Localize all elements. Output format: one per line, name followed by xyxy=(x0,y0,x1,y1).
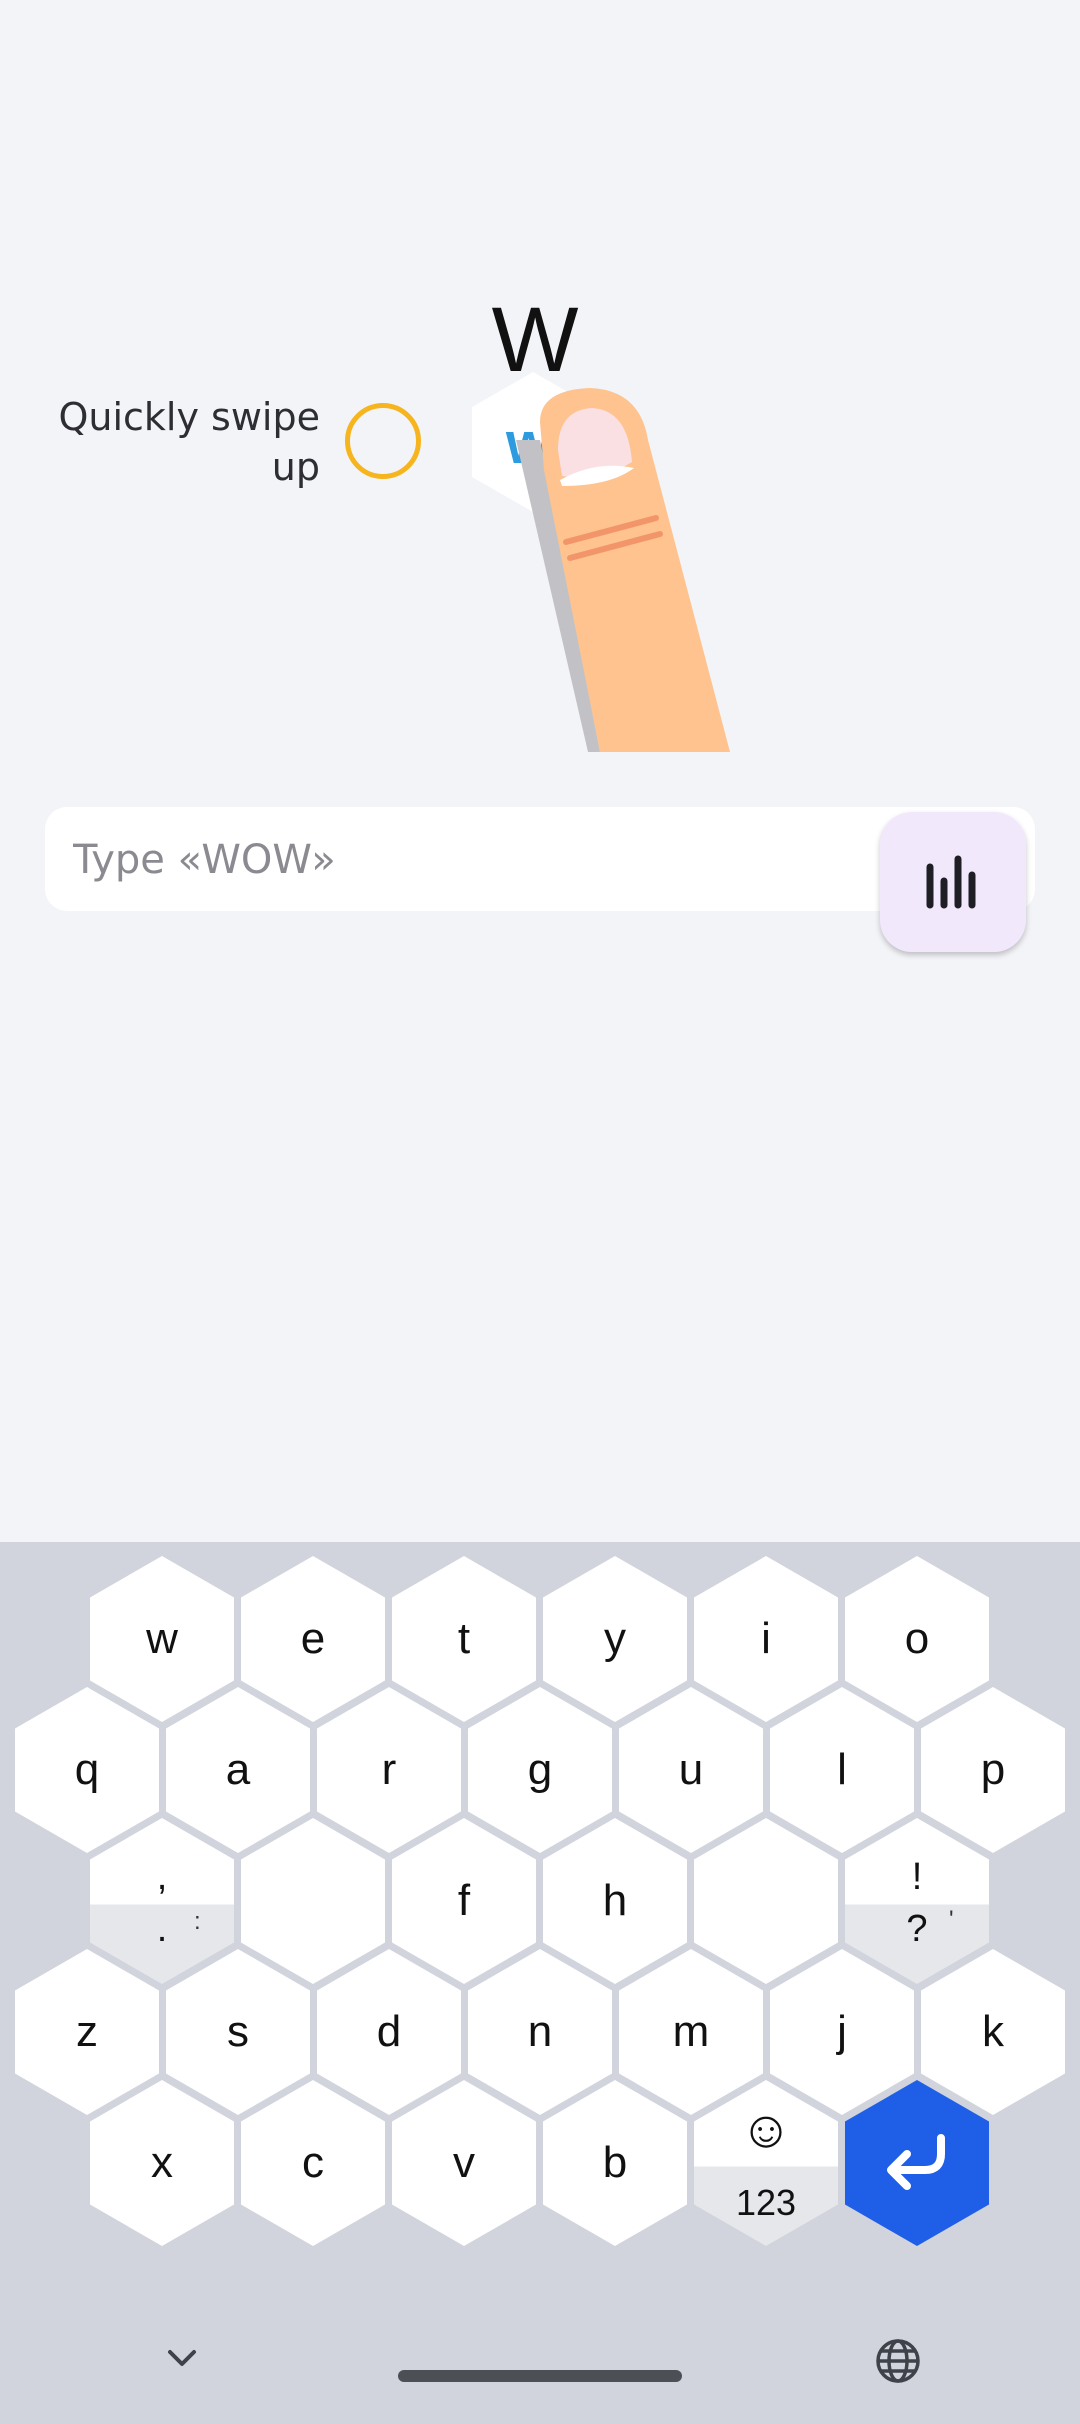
key-a[interactable]: a xyxy=(166,1687,310,1853)
question-label: ? xyxy=(906,1908,928,1950)
key-p[interactable]: p xyxy=(921,1687,1065,1853)
key-punctuation-right[interactable]: ! ? ' xyxy=(845,1818,989,1984)
key-m[interactable]: m xyxy=(619,1949,763,2115)
gesture-handle[interactable] xyxy=(398,2370,682,2382)
key-d[interactable]: d xyxy=(317,1949,461,2115)
period-label: . xyxy=(156,1908,168,1950)
voice-input-button[interactable] xyxy=(880,812,1026,952)
key-c[interactable]: c xyxy=(241,2080,385,2246)
key-punctuation-left[interactable]: , . : xyxy=(90,1818,234,1984)
numbers-label: 123 xyxy=(735,2182,797,2223)
key-i[interactable]: i xyxy=(694,1556,838,1722)
key-h[interactable]: h xyxy=(543,1818,687,1984)
key-j[interactable]: j xyxy=(770,1949,914,2115)
audio-bars-icon xyxy=(926,855,976,909)
chevron-down-icon[interactable] xyxy=(160,2344,204,2374)
key-t[interactable]: t xyxy=(392,1556,536,1722)
swipe-instruction: Quickly swipe up xyxy=(58,395,320,489)
text-input[interactable] xyxy=(71,807,895,913)
key-s[interactable]: s xyxy=(166,1949,310,2115)
key-o[interactable]: o xyxy=(845,1556,989,1722)
apostrophe-label: ' xyxy=(949,1906,954,1933)
finger-illustration-icon xyxy=(516,388,730,752)
key-g[interactable]: g xyxy=(468,1687,612,1853)
key-l[interactable]: l xyxy=(770,1687,914,1853)
swipe-target-ring xyxy=(345,403,421,479)
key-r[interactable]: r xyxy=(317,1687,461,1853)
key-n[interactable]: n xyxy=(468,1949,612,2115)
key-blank-1[interactable] xyxy=(241,1818,385,1984)
key-z[interactable]: z xyxy=(15,1949,159,2115)
comma-label: , xyxy=(156,1856,168,1898)
key-emoji-numbers[interactable]: ☺ 123 xyxy=(694,2080,838,2246)
key-b[interactable]: b xyxy=(543,2080,687,2246)
emoji-icon: ☺ xyxy=(739,2101,793,2159)
key-blank-2[interactable] xyxy=(694,1818,838,1984)
key-y[interactable]: y xyxy=(543,1556,687,1722)
hex-keyboard: w e t y i o q a r g u l p , . : f h ! ? … xyxy=(0,1542,1080,2424)
key-x[interactable]: x xyxy=(90,2080,234,2246)
colon-label: : xyxy=(194,1908,201,1935)
key-f[interactable]: f xyxy=(392,1818,536,1984)
key-v[interactable]: v xyxy=(392,2080,536,2246)
key-e[interactable]: e xyxy=(241,1556,385,1722)
key-k[interactable]: k xyxy=(921,1949,1065,2115)
key-w[interactable]: w xyxy=(90,1556,234,1722)
key-u[interactable]: u xyxy=(619,1687,763,1853)
key-q[interactable]: q xyxy=(15,1687,159,1853)
exclamation-label: ! xyxy=(911,1856,923,1898)
globe-icon[interactable] xyxy=(874,2337,922,2385)
enter-key[interactable] xyxy=(845,2080,989,2246)
enter-arrow-icon xyxy=(887,2134,945,2190)
